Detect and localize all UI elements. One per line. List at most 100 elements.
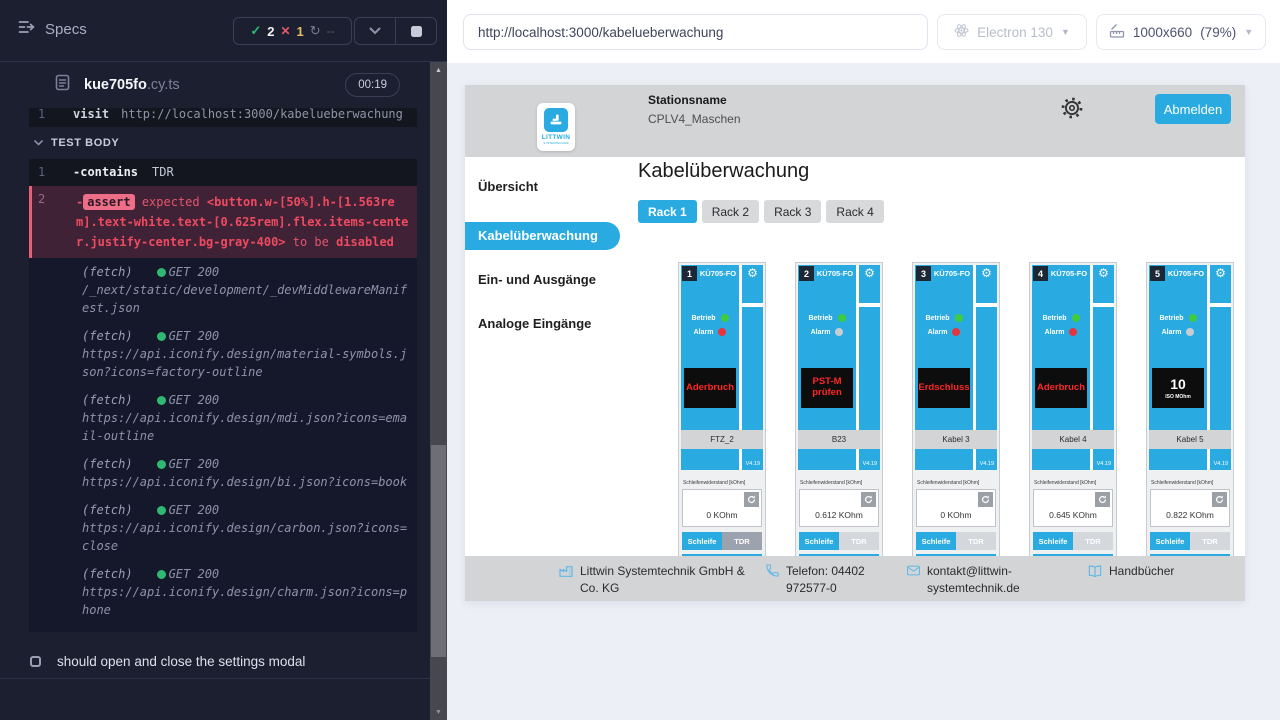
refresh-button[interactable] [978, 492, 993, 507]
fetch-log-entry[interactable]: (fetch)GET 200 https://api.iconify.desig… [29, 560, 417, 624]
sidebar-item[interactable]: Übersicht [465, 173, 620, 201]
sidebar-item[interactable]: Kabelüberwachung [465, 222, 620, 250]
fetch-log-entry[interactable]: (fetch)GET 200 /_next/static/development… [29, 258, 417, 322]
footer-phone: Telefon: 04402 972577-0 [765, 563, 906, 598]
browser-engine-select[interactable]: Electron 130 ▼ [937, 14, 1087, 50]
footer-manuals-link[interactable]: Handbücher [1087, 563, 1174, 584]
spec-file-ext: .cy.ts [147, 77, 180, 93]
app-footer: Littwin Systemtechnik GmbH & Co. KG Tele… [465, 556, 1245, 601]
app-viewport: LITTWIN SYSTEMTECHNIK Stationsname CPLV4… [447, 63, 1280, 720]
station-info: Stationsname CPLV4_Maschen [648, 93, 741, 126]
side-notch [976, 303, 997, 307]
status-display: Erdschluss [918, 368, 970, 408]
tdr-button[interactable]: TDR [1190, 532, 1230, 550]
browser-topbar: Electron 130 ▼ 1000x660 (79%) ▼ [447, 0, 1280, 63]
passed-check-icon: ✓ [250, 23, 261, 39]
chevron-down-icon [34, 137, 43, 149]
next-test-row[interactable]: should open and close the settings modal [0, 646, 430, 676]
fetch-log-entry[interactable]: (fetch)GET 200 https://api.iconify.desig… [29, 386, 417, 450]
rack-tab[interactable]: Rack 2 [702, 200, 759, 223]
sidebar-item[interactable]: Analoge Eingänge [465, 310, 620, 338]
rack-cards: ⚙ 1 KÜ705-FO Betrieb Alarm [678, 262, 1234, 556]
scrollbar-thumb[interactable] [431, 445, 446, 657]
tdr-button[interactable]: TDR [1073, 532, 1113, 550]
ruler-icon [1109, 23, 1125, 42]
footer-email[interactable]: kontakt@littwin-systemtechnik.de [906, 563, 1035, 598]
sidebar-item[interactable]: Ein- und Ausgänge [465, 266, 620, 294]
viewport-size-select[interactable]: 1000x660 (79%) ▼ [1096, 14, 1266, 50]
fetch-log-entry[interactable]: (fetch)GET 200 https://api.iconify.desig… [29, 496, 417, 560]
card-measurement-panel: Schleifenwiderstand [kOhm] 0.612 KOhm [798, 476, 880, 556]
tdr-button[interactable]: TDR [722, 532, 762, 550]
logout-button[interactable]: Abmelden [1155, 94, 1231, 124]
rack-card: ⚙ 4 KÜ705-FO Betrieb Alarm [1029, 262, 1117, 556]
gear-icon[interactable]: ⚙ [1210, 265, 1231, 281]
command-contains[interactable]: 1 -contains TDR [29, 159, 417, 186]
panel-collapse-icon [18, 20, 35, 38]
betrieb-led [721, 314, 729, 322]
phone-icon [765, 563, 780, 583]
cable-name-label: Kabel 3 [915, 430, 997, 449]
fetch-log-entry[interactable]: (fetch)GET 200 https://api.iconify.desig… [29, 322, 417, 386]
fetch-log-entry[interactable]: (fetch)GET 200 https://api.iconify.desig… [29, 450, 417, 496]
card-measurement-panel: Schleifenwiderstand [kOhm] 0 KOhm Schl [681, 476, 763, 556]
resistance-label: Schleifenwiderstand [kOhm] [1150, 476, 1230, 489]
tdr-button[interactable]: TDR [839, 532, 879, 550]
card-number: 3 [916, 266, 931, 281]
scroll-up-arrow-icon[interactable]: ▲ [430, 62, 447, 78]
refresh-button[interactable] [1095, 492, 1110, 507]
card-device-panel: ⚙ 3 KÜ705-FO Betrieb Alarm [915, 265, 997, 470]
betrieb-led [838, 314, 846, 322]
refresh-button[interactable] [744, 492, 759, 507]
refresh-button[interactable] [861, 492, 876, 507]
settings-gear-icon[interactable] [1059, 95, 1085, 121]
side-notch [1210, 303, 1231, 307]
rack-tab[interactable]: Rack 1 [638, 200, 697, 223]
rack-tab[interactable]: Rack 4 [826, 200, 883, 223]
schleife-button[interactable]: Schleife [1150, 532, 1190, 550]
tdr-button[interactable]: TDR [956, 532, 996, 550]
runner-scrollbar[interactable]: ▲ ▼ [430, 62, 447, 720]
firmware-version: V4.19 [980, 461, 994, 467]
test-body-section[interactable]: TEST BODY [29, 127, 417, 159]
cypress-runner-panel: Specs ✓ 2 ✕ 1 ↻ -- kue705fo.cy.ts [0, 0, 447, 720]
fetch-url: /_next/static/development/_devMiddleware… [82, 281, 409, 317]
scroll-down-arrow-icon[interactable]: ▼ [430, 704, 447, 720]
test-box-icon [30, 656, 41, 667]
gear-icon[interactable]: ⚙ [976, 265, 997, 281]
fetch-log-list: (fetch)GET 200 /_next/static/development… [29, 258, 417, 624]
schleife-button[interactable]: Schleife [916, 532, 956, 550]
assert-message: -assert expected <button.w-[50%].h-[1.56… [76, 192, 409, 252]
factory-icon [558, 563, 574, 584]
gear-icon[interactable]: ⚙ [859, 265, 880, 281]
resistance-value-box: 0.822 KOhm [1150, 489, 1230, 527]
schleife-button[interactable]: Schleife [682, 532, 722, 550]
gear-icon[interactable]: ⚙ [1093, 265, 1114, 281]
specs-toggle[interactable]: Specs [18, 20, 87, 38]
schleife-button[interactable]: Schleife [799, 532, 839, 550]
rack-tab[interactable]: Rack 3 [764, 200, 821, 223]
specs-label: Specs [45, 21, 87, 38]
firmware-version: V4.19 [1097, 461, 1111, 467]
command-visit[interactable]: 1 visit http://localhost:3000/kabelueber… [29, 108, 417, 127]
passed-count: 2 [267, 24, 274, 39]
resistance-label: Schleifenwiderstand [kOhm] [799, 476, 879, 489]
schleife-button[interactable]: Schleife [1033, 532, 1073, 550]
fetch-method-status: GET 200 [169, 265, 220, 279]
command-assert-failed[interactable]: 2 -assert expected <button.w-[50%].h-[1.… [29, 186, 417, 258]
gear-icon[interactable]: ⚙ [742, 265, 763, 281]
next-test-title: should open and close the settings modal [57, 654, 305, 669]
divider [0, 678, 447, 679]
refresh-button[interactable] [1212, 492, 1227, 507]
firmware-version: V4.19 [863, 461, 877, 467]
status-display: PST-M prüfen [801, 368, 853, 408]
resistance-value-box: 0 KOhm [916, 489, 996, 527]
littwin-logo: LITTWIN SYSTEMTECHNIK [537, 103, 575, 151]
spec-timer-badge: 00:19 [345, 73, 400, 97]
url-input[interactable] [463, 14, 928, 50]
led-indicators: Betrieb Alarm [798, 311, 856, 339]
spec-file-row[interactable]: kue705fo.cy.ts 00:19 [0, 62, 430, 108]
alarm-led [1069, 328, 1077, 336]
collapse-tests-button[interactable] [355, 18, 395, 44]
stop-run-button[interactable] [396, 18, 436, 44]
